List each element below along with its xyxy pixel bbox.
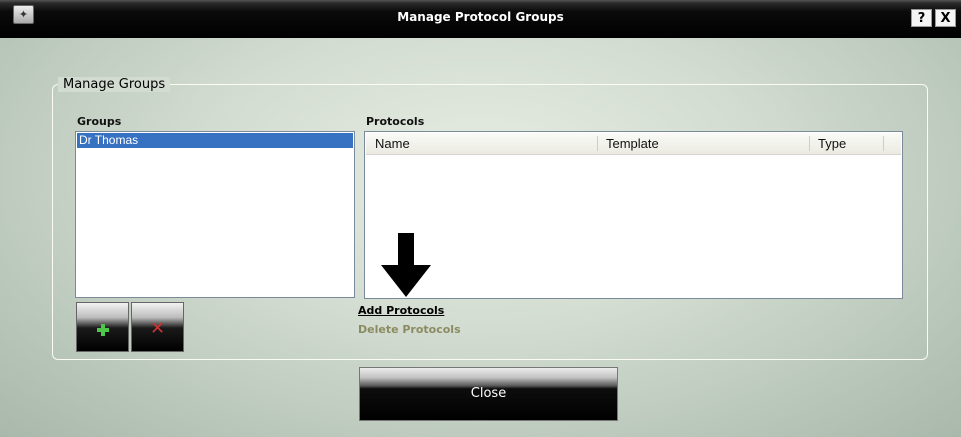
help-button[interactable]: ?	[911, 9, 932, 27]
arrow-down-icon	[381, 233, 431, 297]
column-header-name[interactable]: Name	[375, 133, 597, 154]
delete-protocols-link[interactable]: Delete Protocols	[358, 323, 461, 336]
protocols-table[interactable]: Name Template Type	[364, 131, 903, 299]
protocols-label: Protocols	[366, 115, 425, 128]
list-item-dr-thomas[interactable]: Dr Thomas	[77, 133, 353, 148]
close-window-button[interactable]: X	[935, 9, 956, 27]
title-bar: ✦ Manage Protocol Groups ? X	[0, 0, 961, 38]
groups-label: Groups	[77, 115, 122, 128]
column-divider[interactable]	[809, 136, 810, 151]
column-header-template[interactable]: Template	[606, 133, 818, 154]
groups-list[interactable]: Dr Thomas	[75, 131, 355, 298]
manage-groups-legend: Manage Groups	[58, 77, 171, 92]
plus-icon	[97, 324, 109, 336]
close-button[interactable]: Close	[359, 367, 618, 421]
window-title: Manage Protocol Groups	[397, 10, 564, 24]
column-header-type[interactable]: Type	[818, 133, 884, 154]
protocols-table-header: Name Template Type	[366, 133, 901, 155]
add-group-button[interactable]	[76, 302, 129, 352]
remove-group-button[interactable]: ✕	[131, 302, 184, 352]
x-icon: ✕	[150, 318, 166, 339]
column-divider[interactable]	[597, 136, 598, 151]
column-divider[interactable]	[883, 136, 884, 151]
add-protocols-link[interactable]: Add Protocols	[358, 304, 444, 317]
